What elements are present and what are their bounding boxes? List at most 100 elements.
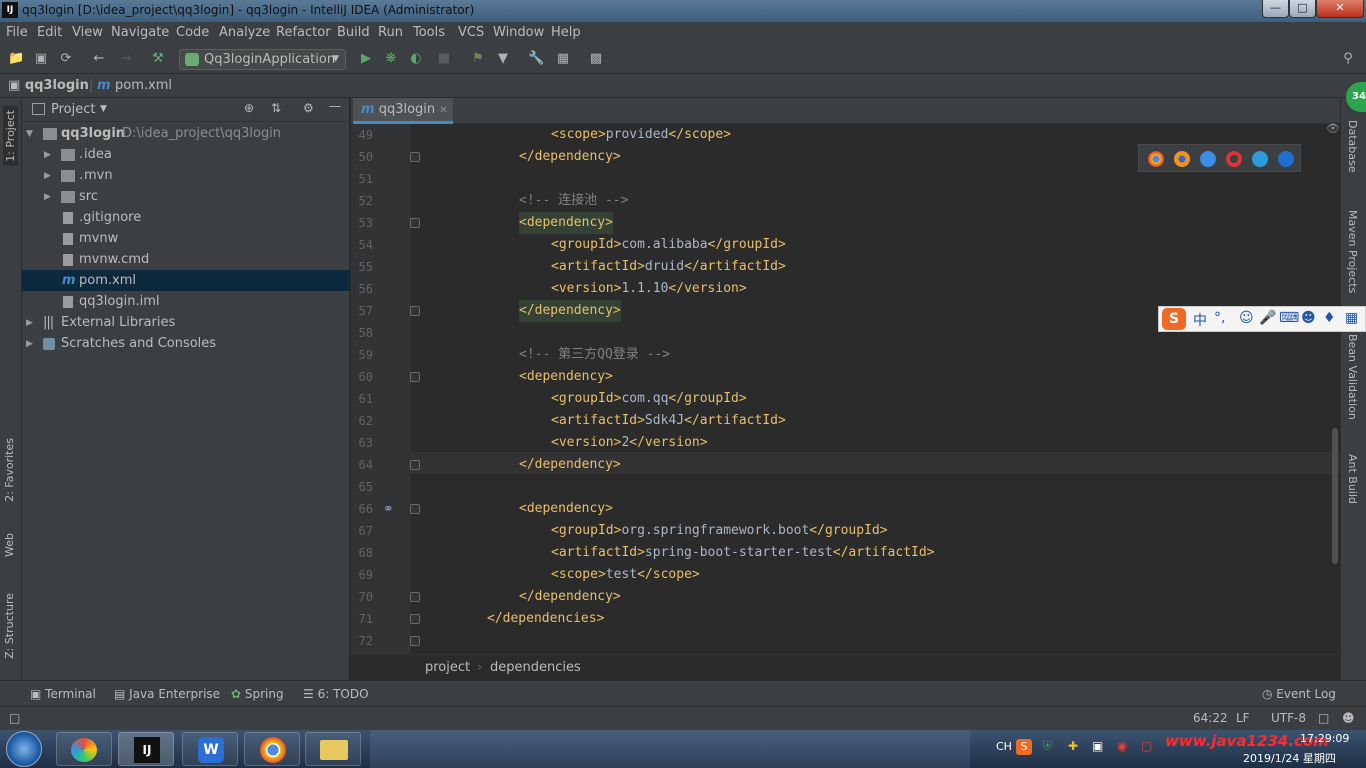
file-encoding[interactable]: UTF-8 bbox=[1271, 711, 1306, 725]
menu-navigate[interactable]: Navigate bbox=[111, 25, 169, 40]
tree-item-mvnw[interactable]: mvnw bbox=[22, 228, 350, 249]
debug-icon[interactable]: ❋ bbox=[383, 51, 399, 67]
update-running-icon[interactable]: ▼ bbox=[495, 51, 511, 67]
gear-icon[interactable]: ⚙ bbox=[303, 101, 314, 115]
close-icon[interactable]: ✕ bbox=[439, 105, 447, 116]
fold-marker-icon[interactable] bbox=[410, 306, 420, 316]
fold-marker-icon[interactable] bbox=[410, 152, 420, 162]
menu-file[interactable]: File bbox=[6, 25, 28, 40]
menu-code[interactable]: Code bbox=[176, 25, 209, 40]
run-configuration-select[interactable]: Qq3loginApplication ▼ bbox=[179, 49, 346, 70]
fold-marker-icon[interactable] bbox=[410, 636, 420, 646]
tree-item-external-libraries[interactable]: ▶ ||| External Libraries bbox=[22, 312, 350, 333]
tool-tab-structure[interactable]: Z: Structure bbox=[3, 593, 16, 659]
settings-wrench-icon[interactable]: 🔧 bbox=[528, 51, 544, 67]
start-button-icon[interactable] bbox=[6, 731, 42, 767]
open-folder-icon[interactable]: 📁 bbox=[8, 51, 24, 67]
tray-language[interactable]: CH bbox=[996, 740, 1012, 753]
emoji-icon[interactable]: ☺ bbox=[1239, 310, 1254, 326]
lock-icon[interactable]: □ bbox=[1318, 711, 1329, 725]
minimize-icon[interactable]: — bbox=[1262, 0, 1289, 18]
menu-tools[interactable]: Tools bbox=[413, 25, 445, 40]
taskbar-app-intellij[interactable]: IJ bbox=[118, 732, 174, 766]
fold-marker-icon[interactable] bbox=[410, 460, 420, 470]
project-structure-icon[interactable]: ▦ bbox=[555, 51, 571, 67]
locate-icon[interactable]: ⊕ bbox=[244, 101, 254, 115]
tool-tab-project[interactable]: 1: Project bbox=[3, 106, 18, 166]
tool-tab-favorites[interactable]: 2: Favorites bbox=[3, 438, 16, 502]
toolbox-icon[interactable]: ▦ bbox=[1345, 310, 1358, 326]
tool-terminal[interactable]: ▣ Terminal bbox=[30, 687, 96, 701]
tool-event-log[interactable]: ◷ Event Log bbox=[1262, 687, 1336, 701]
tree-item-scratches[interactable]: ▶ Scratches and Consoles bbox=[22, 333, 350, 354]
spring-gutter-icon[interactable]: ⚭ bbox=[383, 502, 394, 517]
tool-spring[interactable]: ✿ Spring bbox=[231, 687, 284, 701]
tool-tab-maven[interactable]: Maven Projects bbox=[1346, 210, 1359, 293]
collapse-all-icon[interactable]: ⇅ bbox=[271, 101, 281, 115]
project-view-select[interactable]: Project bbox=[51, 102, 95, 117]
safari-icon[interactable] bbox=[1200, 151, 1216, 167]
menu-view[interactable]: View bbox=[72, 25, 103, 40]
save-all-icon[interactable]: ▣ bbox=[33, 51, 49, 67]
tool-tab-database[interactable]: Database bbox=[1346, 120, 1359, 173]
fold-marker-icon[interactable] bbox=[410, 504, 420, 514]
line-separator[interactable]: LF bbox=[1236, 711, 1250, 725]
caret-position[interactable]: 64:22 bbox=[1193, 711, 1228, 725]
breadcrumb-project[interactable]: ▣ qq3login bbox=[8, 78, 89, 93]
tool-todo[interactable]: ☰ 6: TODO bbox=[303, 687, 369, 701]
tray-monitor-icon[interactable]: ▢ bbox=[1141, 739, 1152, 753]
fold-marker-icon[interactable] bbox=[410, 592, 420, 602]
build-project-icon[interactable]: ⚑ bbox=[470, 51, 486, 67]
menu-edit[interactable]: Edit bbox=[37, 25, 62, 40]
toggle-tool-windows-icon[interactable]: □ bbox=[9, 711, 20, 725]
editor-tab-qq3login[interactable]: m qq3login ✕ bbox=[353, 98, 453, 124]
menu-vcs[interactable]: VCS bbox=[458, 25, 484, 40]
menu-help[interactable]: Help bbox=[551, 25, 581, 40]
tray-app-icon[interactable]: ◉ bbox=[1117, 739, 1127, 753]
tree-root[interactable]: ▼ qq3login D:\idea_project\qq3login bbox=[22, 123, 350, 144]
eye-icon[interactable]: 👁 bbox=[1326, 122, 1340, 135]
tree-item-src[interactable]: ▶ src bbox=[22, 186, 350, 207]
tool-tab-web[interactable]: Web bbox=[3, 533, 16, 557]
microphone-icon[interactable]: 🎤 bbox=[1259, 310, 1276, 326]
tool-tab-ant-build[interactable]: Ant Build bbox=[1346, 454, 1359, 504]
breadcrumb-dependencies-tag[interactable]: dependencies bbox=[490, 660, 581, 675]
ime-punctuation[interactable]: °, bbox=[1214, 310, 1225, 326]
clock-time[interactable]: 17:29:09 bbox=[1300, 732, 1349, 745]
maximize-icon[interactable]: □ bbox=[1289, 0, 1316, 18]
ie-icon[interactable] bbox=[1252, 151, 1268, 167]
taskbar-app-settings[interactable] bbox=[56, 732, 112, 766]
sdk-icon[interactable]: ▩ bbox=[588, 51, 604, 67]
search-icon[interactable]: ⚲ bbox=[1340, 51, 1356, 67]
hide-panel-icon[interactable]: — bbox=[329, 99, 341, 113]
run-icon[interactable]: ▶ bbox=[358, 51, 374, 67]
tree-item-pom[interactable]: m pom.xml bbox=[22, 270, 350, 291]
menu-build[interactable]: Build bbox=[337, 25, 370, 40]
back-icon[interactable]: ← bbox=[91, 51, 107, 67]
fold-marker-icon[interactable] bbox=[410, 372, 420, 382]
firefox-icon[interactable] bbox=[1174, 151, 1190, 167]
tree-item-mvn[interactable]: ▶ . mvn bbox=[22, 165, 350, 186]
forward-icon[interactable]: → bbox=[118, 51, 134, 67]
user-icon[interactable]: ☻ bbox=[1301, 310, 1316, 326]
sogou-icon[interactable]: S bbox=[1162, 308, 1186, 330]
tree-item-mvnw-cmd[interactable]: mvnw.cmd bbox=[22, 249, 350, 270]
keyboard-icon[interactable]: ⌨ bbox=[1279, 310, 1299, 326]
breadcrumb-file[interactable]: pom.xml bbox=[115, 78, 172, 93]
taskbar-app-chrome[interactable] bbox=[244, 732, 300, 766]
ime-lang[interactable]: 中 bbox=[1193, 310, 1207, 330]
build-hammer-icon[interactable]: ⚒ bbox=[150, 51, 166, 67]
fold-marker-icon[interactable] bbox=[410, 614, 420, 624]
clock-date[interactable]: 2019/1/24 星期四 bbox=[1243, 750, 1336, 766]
opera-icon[interactable] bbox=[1226, 151, 1242, 167]
menu-run[interactable]: Run bbox=[378, 25, 403, 40]
fold-marker-icon[interactable] bbox=[410, 218, 420, 228]
skin-icon[interactable]: ♦ bbox=[1323, 310, 1336, 326]
edge-icon[interactable] bbox=[1278, 151, 1294, 167]
taskbar-app-wps[interactable]: W bbox=[182, 732, 238, 766]
close-icon[interactable]: ✕ bbox=[1316, 0, 1364, 18]
tree-item-gitignore[interactable]: .gitignore bbox=[22, 207, 350, 228]
tree-item-idea[interactable]: ▶ . idea bbox=[22, 144, 350, 165]
breadcrumb-project-tag[interactable]: project bbox=[425, 660, 470, 675]
menu-analyze[interactable]: Analyze bbox=[219, 25, 270, 40]
